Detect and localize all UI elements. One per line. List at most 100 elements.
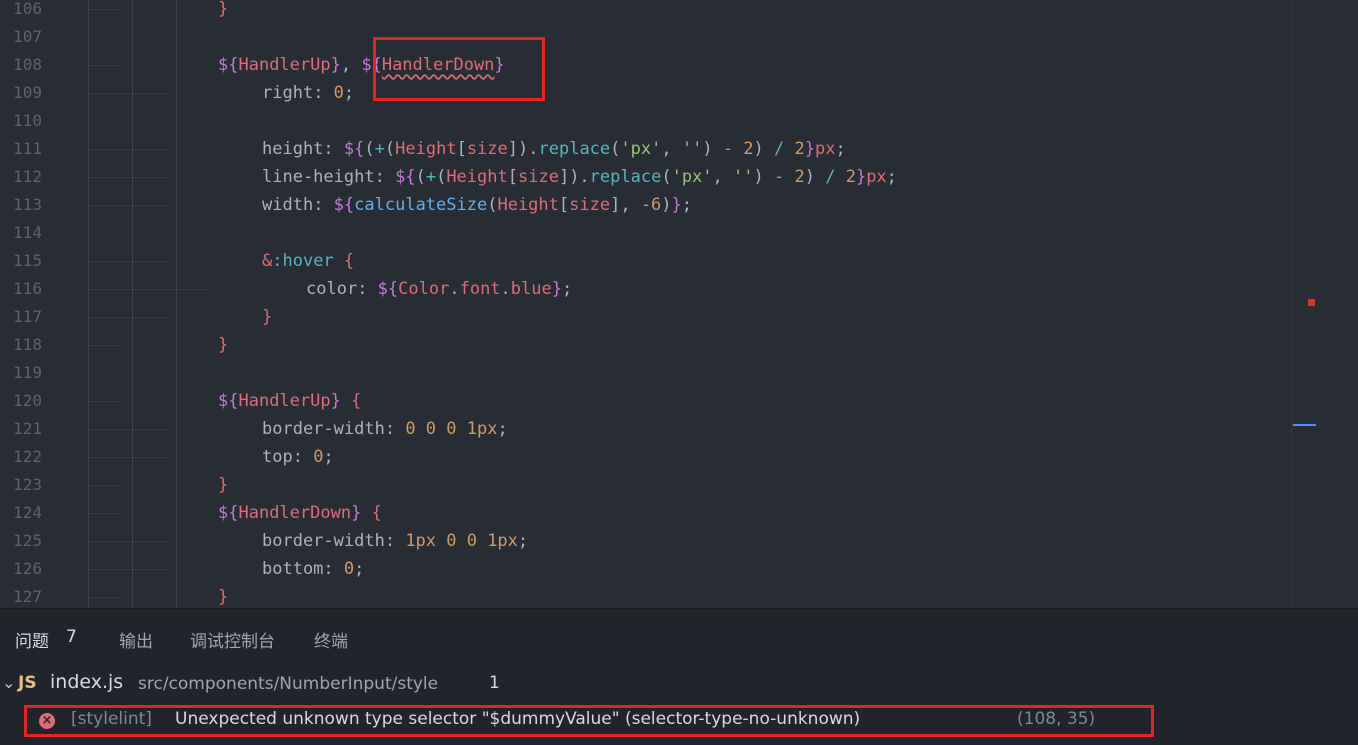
code-line: 125 border-width: 1px 0 0 1px; xyxy=(0,527,1290,555)
whitespace-dots xyxy=(88,457,168,458)
code-token: : xyxy=(313,83,334,103)
code-line: 110 xyxy=(0,107,1290,135)
whitespace-dots xyxy=(88,401,124,402)
line-number: 122 xyxy=(13,447,42,466)
tab-debug-console[interactable]: 调试控制台 xyxy=(190,627,275,652)
code-token: 0 xyxy=(313,447,324,467)
minimap-scrollbar[interactable] xyxy=(1291,0,1358,608)
line-number: 114 xyxy=(13,223,42,242)
code-token: ( xyxy=(364,139,375,159)
line-number: 124 xyxy=(13,503,42,522)
code-token: 2 xyxy=(784,139,805,159)
line-number: 118 xyxy=(13,335,42,354)
code-token: : xyxy=(374,167,396,187)
code-token: size xyxy=(466,139,508,159)
code-token: 0 0 0 1px xyxy=(405,419,498,439)
code-line: 109 right: 0; xyxy=(0,79,1290,107)
code-token: { xyxy=(333,251,355,271)
whitespace-dots xyxy=(88,93,168,94)
code-line: 106} xyxy=(0,0,1290,23)
whitespace-dots xyxy=(88,541,168,542)
code-token: Height xyxy=(497,195,559,215)
code-line: 120 ${HandlerUp} { xyxy=(0,387,1290,415)
line-number: 110 xyxy=(13,111,42,130)
code-line: 126 bottom: 0; xyxy=(0,555,1290,583)
whitespace-dots xyxy=(88,261,168,262)
code-token: ${ xyxy=(218,391,239,411)
code-token: ; xyxy=(323,447,334,467)
code-line: 124 ${HandlerDown} { xyxy=(0,499,1290,527)
code-text: bottom: 0; xyxy=(262,555,364,583)
code-token: [ xyxy=(558,195,570,215)
code-token: ( xyxy=(415,167,426,187)
whitespace-dots xyxy=(88,345,124,346)
code-text: color: ${Color.font.blue}; xyxy=(306,275,572,303)
code-token: ( xyxy=(384,139,396,159)
code-token: 2 xyxy=(784,167,805,187)
code-text: border-width: 0 0 0 1px; xyxy=(262,415,508,443)
whitespace-dots xyxy=(88,65,124,66)
line-number: 121 xyxy=(13,419,42,438)
code-token: top xyxy=(262,447,293,467)
code-text: } xyxy=(262,303,272,331)
error-source: [stylelint] xyxy=(71,709,152,729)
error-position: (108, 35) xyxy=(1017,709,1096,729)
code-token: } xyxy=(218,587,229,607)
code-token: ; xyxy=(835,139,846,159)
code-token: ] xyxy=(558,167,570,187)
code-token: 'px' xyxy=(671,167,713,187)
cursor-marker xyxy=(1293,424,1316,426)
code-token: ( xyxy=(661,167,672,187)
code-token: ; xyxy=(354,559,365,579)
code-token: Color xyxy=(398,279,450,299)
code-token: '' xyxy=(681,139,703,159)
tab-terminal[interactable]: 终端 xyxy=(314,627,348,652)
code-token: ${ xyxy=(377,279,399,299)
code-token: - xyxy=(773,167,785,187)
code-editor[interactable]: 106} 107 108 ${HandlerUp}, ${HandlerDown} 10… xyxy=(0,0,1358,608)
code-token: 0 xyxy=(333,83,344,103)
code-token: } xyxy=(218,475,229,495)
code-token: } xyxy=(551,279,562,299)
code-token: ( xyxy=(436,167,447,187)
error-marker[interactable] xyxy=(1308,299,1315,306)
code-line: 115 &:hover { xyxy=(0,247,1290,275)
code-token: px xyxy=(866,167,887,187)
whitespace-dots xyxy=(88,205,168,206)
code-token: } xyxy=(671,195,682,215)
code-token: } xyxy=(804,139,816,159)
code-token: ; xyxy=(343,83,355,103)
code-token: } xyxy=(330,391,341,411)
problem-item[interactable]: × [stylelint] Unexpected unknown type se… xyxy=(24,705,1154,737)
code-token: : xyxy=(357,279,378,299)
code-token: ; xyxy=(517,531,529,551)
code-line: 114 xyxy=(0,219,1290,247)
line-number: 107 xyxy=(13,27,42,46)
line-number: 109 xyxy=(13,83,42,102)
code-text: ${HandlerDown} { xyxy=(218,499,382,527)
code-line: 123} xyxy=(0,471,1290,499)
whitespace-dots xyxy=(88,317,168,318)
code-token: 0 xyxy=(343,559,355,579)
code-token: ; xyxy=(562,279,573,299)
file-name: index.js xyxy=(50,671,124,693)
code-text: height: ${(+(Height[size]).replace('px',… xyxy=(262,135,846,163)
code-token: Height xyxy=(395,139,457,159)
highlight-box-code xyxy=(373,37,545,101)
code-token: font xyxy=(459,279,501,299)
tab-problems[interactable]: 问题 xyxy=(15,627,49,652)
code-token: ] xyxy=(507,139,519,159)
code-token: - xyxy=(722,139,734,159)
code-token: [ xyxy=(456,139,467,159)
chevron-down-icon[interactable]: ⌄ xyxy=(2,673,15,692)
line-number: 113 xyxy=(13,195,42,214)
line-number: 117 xyxy=(13,307,42,326)
code-text: } xyxy=(218,471,228,499)
problem-file-row[interactable]: ⌄ JS index.js src/components/NumberInput… xyxy=(0,671,1358,701)
code-text: border-width: 1px 0 0 1px; xyxy=(262,527,528,555)
code-token: ). xyxy=(569,167,590,187)
tab-output[interactable]: 输出 xyxy=(119,627,153,652)
code-token: -6 xyxy=(640,195,662,215)
code-token: '' xyxy=(733,167,754,187)
code-line: 111 height: ${(+(Height[size]).replace('p… xyxy=(0,135,1290,163)
